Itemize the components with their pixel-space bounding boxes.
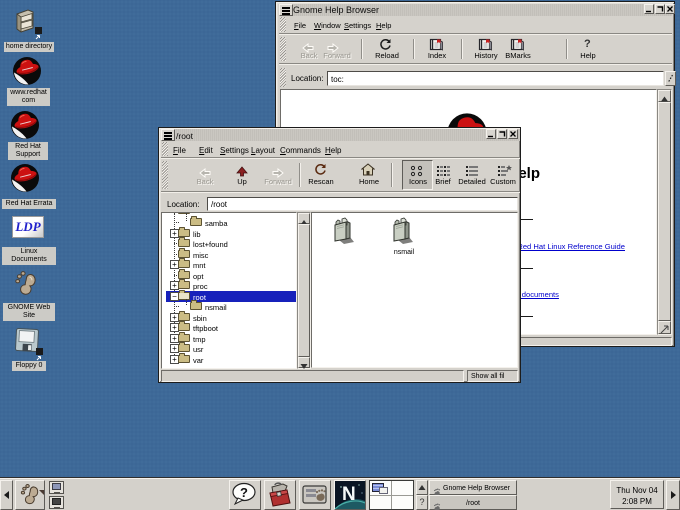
svg-text:?: ? xyxy=(584,38,591,50)
svg-text:?: ? xyxy=(240,485,248,500)
svg-text:N: N xyxy=(342,484,356,505)
